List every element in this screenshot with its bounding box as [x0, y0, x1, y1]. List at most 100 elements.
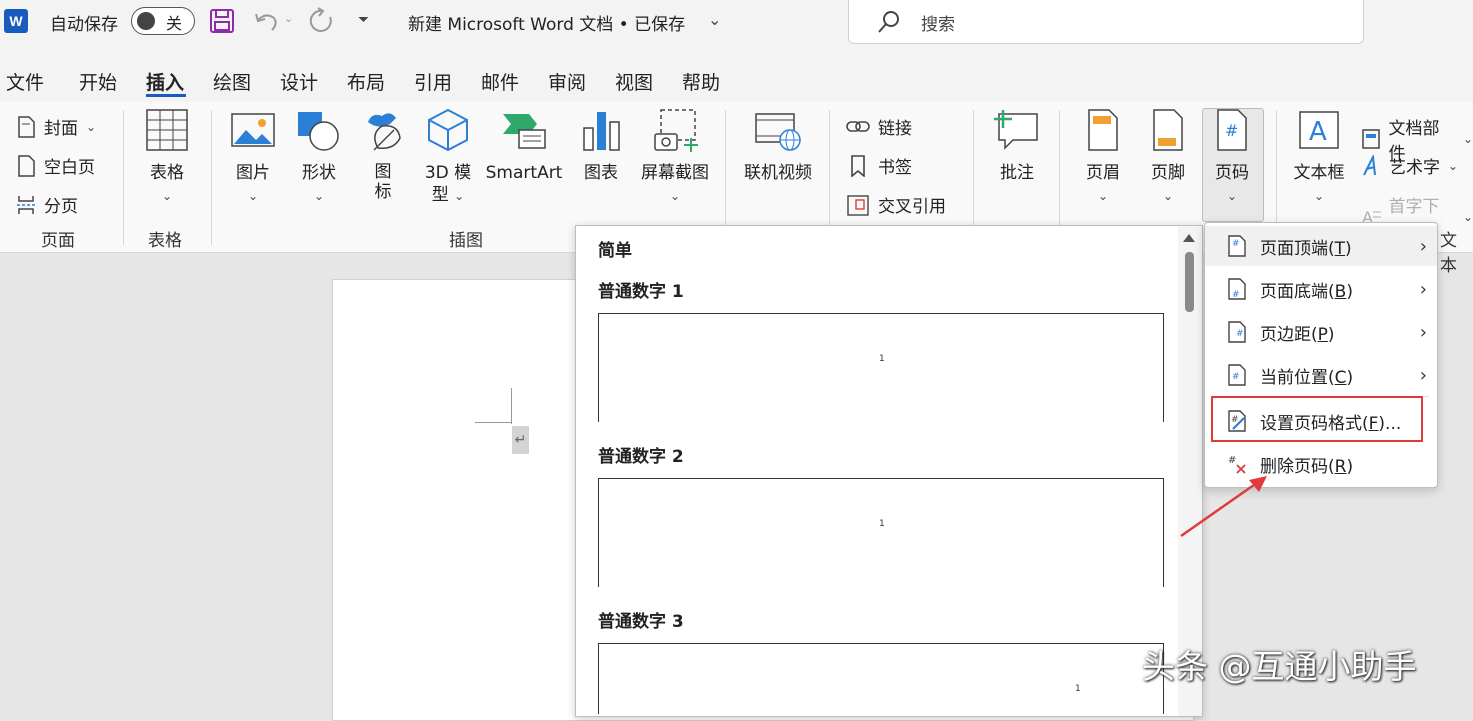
textbox-icon: A: [1299, 111, 1339, 149]
svg-text:#: #: [1232, 290, 1240, 300]
picture-button[interactable]: 图片 ⌄: [228, 108, 278, 207]
menu-key: C: [1334, 367, 1347, 388]
group-label-pages: 页面: [41, 231, 75, 251]
undo-icon[interactable]: [252, 8, 280, 34]
page-break-button[interactable]: 分页: [16, 192, 78, 217]
cross-reference-button[interactable]: 交叉引用: [846, 192, 946, 217]
customize-quick-access-icon[interactable]: ⏷: [358, 12, 369, 28]
redo-icon[interactable]: [308, 7, 336, 35]
menu-item-bottom-of-page[interactable]: # 页面底端(B) ›: [1205, 269, 1437, 309]
icons-button[interactable]: 图标: [358, 108, 408, 202]
3d-models-button[interactable]: 3D 模型 ⌄: [422, 108, 474, 207]
page-number-preview: 1: [1075, 684, 1081, 694]
blank-page-label: 空白页: [44, 158, 95, 178]
smartart-button[interactable]: SmartArt: [484, 108, 564, 184]
cross-reference-label: 交叉引用: [878, 197, 946, 217]
page-break-label: 分页: [44, 197, 78, 217]
scrollbar-thumb[interactable]: [1185, 252, 1194, 312]
scroll-up-icon[interactable]: [1183, 234, 1195, 242]
annotation-highlight-box: [1211, 396, 1423, 442]
menu-item-page-margins[interactable]: # 页边距(P) ›: [1205, 312, 1437, 352]
document-title[interactable]: 新建 Microsoft Word 文档 • 已保存: [408, 10, 685, 35]
wordart-icon: [1363, 154, 1376, 175]
chevron-down-icon: ⌄: [669, 189, 681, 203]
page-number-button[interactable]: # 页码 ⌄: [1207, 108, 1257, 207]
footer-button[interactable]: 页脚 ⌄: [1143, 108, 1193, 207]
link-button[interactable]: 链接: [846, 114, 912, 139]
tab-file[interactable]: 文件: [6, 68, 44, 95]
wordart-button[interactable]: 艺术字 ⌄: [1361, 153, 1458, 178]
chevron-down-icon: ⌄: [313, 189, 325, 203]
comment-label: 批注: [1000, 163, 1034, 183]
menu-item-top-of-page[interactable]: # 页面顶端(T) ›: [1205, 226, 1437, 266]
margin-corner-mark: [511, 388, 512, 424]
tab-review[interactable]: 审阅: [548, 68, 586, 95]
autosave-toggle[interactable]: 关: [131, 7, 195, 35]
gallery-thumbnail[interactable]: 1: [598, 643, 1164, 714]
group-divider: [211, 110, 212, 245]
bookmark-icon: [851, 154, 865, 177]
menu-label: 页面底端(: [1260, 281, 1335, 302]
tab-draw[interactable]: 绘图: [213, 68, 251, 95]
blank-page-button[interactable]: 空白页: [16, 153, 95, 178]
submenu-arrow-icon: ›: [1419, 235, 1427, 257]
undo-dropdown-icon[interactable]: ⌄: [284, 12, 293, 25]
gallery-thumbnail[interactable]: 1: [598, 478, 1164, 587]
title-bar: W 自动保存 关 ⌄ ⏷ 新建 Microsoft Word 文档 • 已保存 …: [0, 0, 1473, 48]
save-icon[interactable]: [209, 8, 235, 34]
menu-key: P: [1317, 324, 1328, 345]
3d-models-label-line1: 3D 模: [424, 163, 472, 183]
textbox-button[interactable]: A 文本框 ⌄: [1290, 108, 1348, 207]
textbox-label: 文本框: [1293, 163, 1345, 183]
tab-view[interactable]: 视图: [615, 68, 653, 95]
svg-text:#: #: [1232, 372, 1240, 382]
cover-page-label: 封面: [44, 119, 78, 139]
online-video-button[interactable]: 联机视频: [740, 108, 816, 184]
tab-help[interactable]: 帮助: [682, 68, 720, 95]
footer-icon: [1153, 109, 1183, 151]
search-box[interactable]: 搜索: [848, 0, 1364, 44]
quick-parts-icon: [1362, 129, 1380, 149]
group-label-text: 文本: [1440, 231, 1457, 276]
page-margin-icon: #: [1228, 321, 1246, 343]
ribbon-tabs: 文件 开始 插入 绘图 设计 布局 引用 邮件 审阅 视图 帮助: [0, 48, 1473, 102]
group-label-tables: 表格: [148, 231, 182, 251]
title-chevron-down-icon[interactable]: ⌄: [708, 10, 721, 29]
svg-text:#: #: [1232, 239, 1240, 249]
cover-page-icon: [18, 115, 35, 138]
header-icon: [1088, 109, 1118, 151]
menu-item-current-position[interactable]: # 当前位置(C) ›: [1205, 355, 1437, 395]
table-icon: [146, 109, 188, 151]
icons-label-line2: 标: [374, 182, 392, 202]
tab-references[interactable]: 引用: [414, 68, 452, 95]
page-number-preview: 1: [879, 354, 885, 364]
bookmark-button[interactable]: 书签: [846, 153, 912, 178]
margin-corner-mark: [475, 422, 511, 423]
cover-page-button[interactable]: 封面 ⌄: [16, 114, 96, 139]
autosave-label: 自动保存: [50, 15, 118, 35]
shapes-button[interactable]: 形状 ⌄: [294, 108, 344, 207]
gallery-thumbnail[interactable]: 1: [598, 313, 1164, 422]
chart-button[interactable]: 图表: [576, 108, 626, 184]
menu-tail: ): [1346, 456, 1354, 477]
page-number-menu: # 页面顶端(T) › # 页面底端(B) › # 页边距(P) › # 当前位…: [1204, 222, 1438, 488]
annotation-arrow-icon: [1180, 476, 1267, 538]
header-button[interactable]: 页眉 ⌄: [1078, 108, 1128, 207]
submenu-arrow-icon: ›: [1419, 321, 1427, 343]
comment-button[interactable]: 批注: [990, 108, 1044, 184]
tab-home[interactable]: 开始: [79, 68, 117, 95]
screenshot-button[interactable]: 屏幕截图 ⌄: [637, 108, 713, 207]
search-icon: [878, 11, 899, 33]
page-break-icon: [17, 195, 35, 214]
tab-layout[interactable]: 布局: [347, 68, 385, 95]
chevron-down-icon: ⌄: [1462, 210, 1473, 224]
tab-insert[interactable]: 插入: [146, 68, 184, 95]
table-button[interactable]: 表格 ⌄: [140, 108, 194, 207]
toggle-knob: [137, 12, 155, 30]
menu-key: R: [1334, 456, 1347, 477]
online-video-icon: [755, 113, 801, 151]
page-bottom-icon: #: [1228, 278, 1246, 300]
current-position-icon: #: [1228, 364, 1246, 386]
tab-mailings[interactable]: 邮件: [481, 68, 519, 95]
tab-design[interactable]: 设计: [280, 68, 318, 95]
